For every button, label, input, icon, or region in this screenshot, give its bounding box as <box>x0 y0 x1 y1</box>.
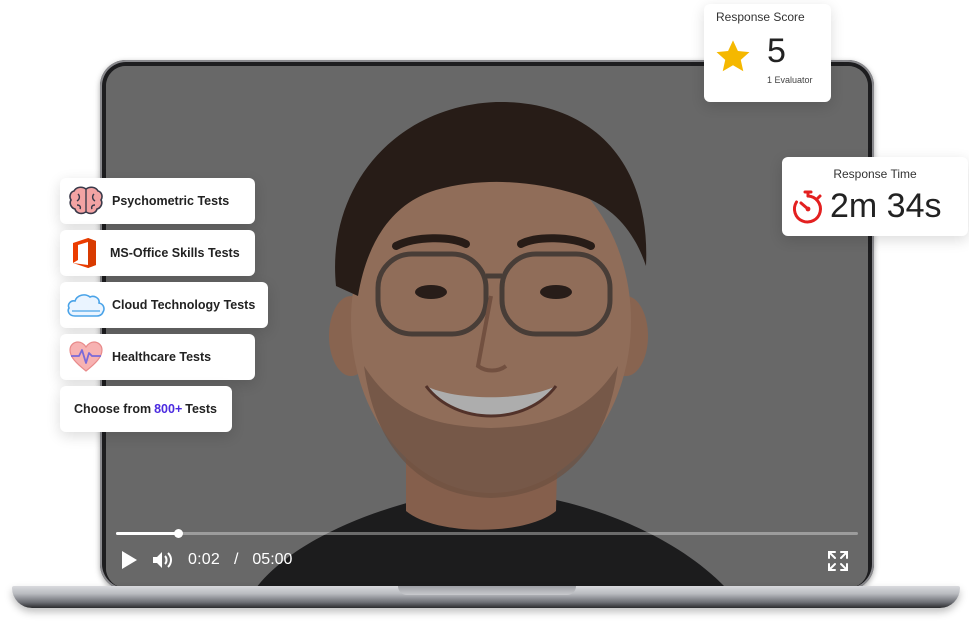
test-card-label: MS-Office Skills Tests <box>110 246 240 260</box>
test-card-label: Cloud Technology Tests <box>112 298 256 312</box>
stopwatch-icon <box>793 190 822 224</box>
choose-suffix: Tests <box>185 402 217 416</box>
heart-pulse-icon <box>66 341 106 373</box>
current-time: 0:02 <box>188 551 220 568</box>
test-card-psychometric[interactable]: Psychometric Tests <box>60 178 255 224</box>
choose-prefix: Choose from <box>74 402 152 416</box>
response-score-card: Response Score 5 1 Evaluator <box>704 4 831 102</box>
fullscreen-button[interactable] <box>826 549 850 573</box>
progress-bar[interactable] <box>116 529 858 538</box>
test-card-label: Psychometric Tests <box>112 194 230 208</box>
duration: 05:00 <box>252 551 293 568</box>
time-separator: / <box>233 551 239 568</box>
response-score-value: 5 <box>767 32 786 70</box>
response-time-title: Response Time <box>833 167 917 181</box>
evaluator-count: 1 Evaluator <box>767 75 813 85</box>
volume-icon <box>153 552 172 568</box>
response-time-value: 2m 34s <box>830 187 942 225</box>
response-time-card: Response Time 2m 34s <box>782 157 968 236</box>
player-controls: 0:02 / 05:00 <box>120 548 292 572</box>
office-icon <box>64 237 104 269</box>
choose-tests-card[interactable]: Choose from 800+ Tests <box>60 386 232 432</box>
fullscreen-icon <box>828 551 848 571</box>
progress-thumb[interactable] <box>173 529 183 538</box>
test-card-label: Healthcare Tests <box>112 350 212 364</box>
cloud-icon <box>66 289 106 321</box>
volume-button[interactable] <box>152 550 174 570</box>
laptop-notch <box>398 586 576 595</box>
play-icon <box>122 551 137 569</box>
test-card-cloud-technology[interactable]: Cloud Technology Tests <box>60 282 268 328</box>
response-score-title: Response Score <box>716 10 805 24</box>
star-icon <box>716 40 750 72</box>
test-card-healthcare[interactable]: Healthcare Tests <box>60 334 255 380</box>
brain-icon <box>66 185 106 217</box>
test-card-ms-office[interactable]: MS-Office Skills Tests <box>60 230 255 276</box>
play-button[interactable] <box>120 550 138 570</box>
test-count: 800+ <box>154 402 183 416</box>
progress-fill <box>116 532 178 535</box>
